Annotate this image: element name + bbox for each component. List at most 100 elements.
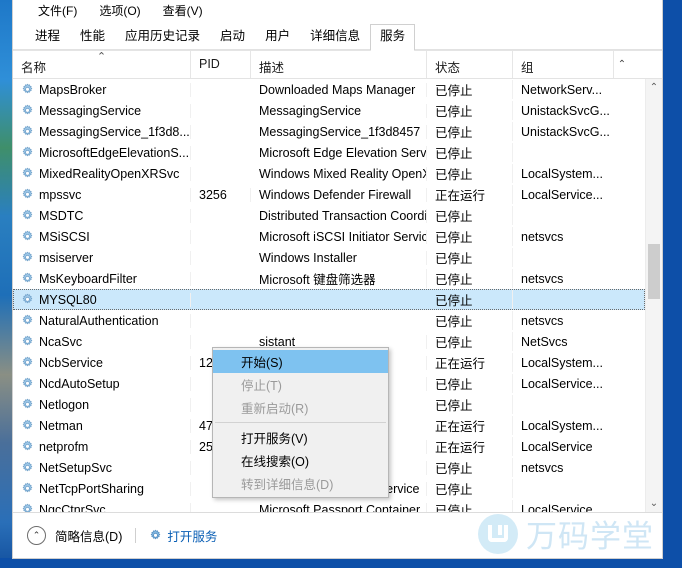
context-menu-restart: 重新启动(R) (241, 402, 309, 416)
cell-name: MYSQL80 (13, 292, 191, 307)
service-name-label: MessagingService_1f3d8... (39, 124, 190, 139)
cell-state: 已停止 (427, 227, 513, 246)
context-menu-start[interactable]: 开始(S) (213, 350, 388, 373)
service-name-label: NcdAutoSetup (39, 376, 120, 391)
cell-group: LocalService (521, 502, 593, 513)
cell-name: Netlogon (13, 397, 191, 412)
tab-1[interactable]: 性能 (70, 24, 115, 50)
menu-options[interactable]: 选项(O) (88, 1, 151, 22)
cell-state: 已停止 (427, 269, 513, 288)
cell-group: netsvcs (521, 229, 564, 244)
table-row[interactable]: MessagingService MessagingService 已停止 Unist… (13, 100, 645, 121)
scrollbar-thumb[interactable] (648, 244, 660, 299)
collapse-chevron-icon[interactable]: ⌃ (27, 526, 46, 545)
table-row[interactable]: MessagingService_1f3d8... MessagingServic… (13, 121, 645, 142)
table-row[interactable]: NaturalAuthentication 已停止 netsvcs (13, 310, 645, 331)
table-row[interactable]: MSiSCSI Microsoft iSCSI Initiator Service… (13, 226, 645, 247)
context-menu-separator (215, 422, 386, 423)
sort-ascending-icon: ⌃ (96, 51, 107, 63)
cell-name: NetTcpPortSharing (13, 481, 191, 496)
service-name-label: MessagingService (39, 103, 142, 118)
table-row[interactable]: mpssvc 3256 Windows Defender Firewall 正在运行 L… (13, 184, 645, 205)
context-menu-search-online[interactable]: 在线搜索(O) (213, 449, 388, 472)
service-name-label: MSiSCSI (39, 229, 90, 244)
table-row[interactable]: msiserver Windows Installer 已停止 (13, 247, 645, 268)
gear-icon (21, 230, 34, 243)
column-header-status[interactable]: 状态 (427, 51, 513, 78)
gear-icon (21, 503, 34, 512)
tab-5[interactable]: 详细信息 (300, 24, 370, 50)
gear-icon (21, 209, 34, 222)
context-menu-open-services[interactable]: 打开服务(V) (213, 426, 388, 449)
cell-desc: Distributed Transaction Coordina... (251, 208, 427, 223)
service-name-label: Netman (39, 418, 83, 433)
cell-state: 已停止 (427, 248, 513, 267)
menu-view[interactable]: 查看(V) (152, 1, 214, 22)
gear-icon (21, 272, 34, 285)
cell-desc: MessagingService (251, 103, 427, 118)
cell-name: netprofm (13, 439, 191, 454)
service-name-label: Netlogon (39, 397, 90, 412)
gear-icon (149, 529, 162, 542)
cell-name: MapsBroker (13, 82, 191, 97)
cell-name: MSDTC (13, 208, 191, 223)
cell-state: 已停止 (427, 290, 513, 309)
tab-6[interactable]: 服务 (370, 24, 416, 51)
desktop-background-right (663, 0, 682, 568)
cell-state: 已停止 (427, 80, 513, 99)
column-header-description[interactable]: 描述 (251, 51, 427, 78)
scroll-up-button[interactable]: ⌃ (646, 79, 662, 96)
cell-name: NaturalAuthentication (13, 313, 191, 328)
context-menu-stop: 停止(T) (241, 379, 282, 393)
tab-2[interactable]: 应用历史记录 (115, 24, 210, 50)
gear-icon (21, 356, 34, 369)
status-bar-divider (135, 528, 137, 543)
tab-0[interactable]: 进程 (25, 24, 70, 50)
context-menu[interactable]: 开始(S) 停止(T) 重新启动(R) 打开服务(V) 在线搜索(O) 转到详细信息(D) (212, 347, 389, 498)
scroll-down-button[interactable]: ⌄ (646, 495, 662, 512)
gear-icon (21, 419, 34, 432)
table-row[interactable]: MapsBroker Downloaded Maps Manager 已停止 Netw… (13, 79, 645, 100)
table-row[interactable]: MsKeyboardFilter Microsoft 键盘筛选器 已停止 netsvc… (13, 268, 645, 289)
cell-state: 已停止 (427, 101, 513, 120)
gear-icon (21, 482, 34, 495)
context-menu-go-to-details: 转到详细信息(D) (241, 478, 334, 492)
menu-file[interactable]: 文件(F) (27, 1, 88, 22)
column-header-scroll-up-indicator: ⌃ (613, 51, 630, 78)
table-row[interactable]: MicrosoftEdgeElevationS... Microsoft Edge… (13, 142, 645, 163)
tab-3[interactable]: 启动 (210, 24, 255, 50)
column-header-group[interactable]: 组 (513, 51, 613, 78)
watermark-text: 万码学堂 (526, 519, 654, 555)
cell-group: LocalService... (521, 187, 603, 202)
table-row[interactable]: MixedRealityOpenXRSvc Windows Mixed Reali… (13, 163, 645, 184)
brief-info-button[interactable]: 简略信息(D) (55, 526, 122, 545)
column-header-name[interactable]: ⌃ 名称 (13, 51, 191, 78)
cell-group: netsvcs (521, 313, 564, 328)
cell-group: UnistackSvcG... (521, 124, 610, 139)
cell-group: LocalService... (521, 376, 603, 391)
table-row[interactable]: MYSQL80 已停止 (13, 289, 645, 310)
desktop-background-bottom (0, 558, 682, 568)
cell-pid: 3256 (191, 187, 251, 202)
service-name-label: MsKeyboardFilter (39, 271, 137, 286)
tab-4[interactable]: 用户 (255, 24, 300, 50)
table-row[interactable]: MSDTC Distributed Transaction Coordina...… (13, 205, 645, 226)
vertical-scrollbar[interactable]: ⌃ ⌄ (645, 79, 662, 512)
column-header-group-label: 组 (521, 61, 534, 75)
cell-name: MsKeyboardFilter (13, 271, 191, 286)
cell-name: MixedRealityOpenXRSvc (13, 166, 191, 181)
cell-state: 已停止 (427, 206, 513, 225)
service-name-label: msiserver (39, 250, 94, 265)
cell-name: NcaSvc (13, 334, 191, 349)
open-services-link[interactable]: 打开服务 (149, 526, 217, 545)
cell-state: 已停止 (427, 164, 513, 183)
cell-state: 正在运行 (427, 353, 513, 372)
table-row[interactable]: NgcCtnrSvc Microsoft Passport Container 已停… (13, 499, 645, 512)
cell-state: 已停止 (427, 122, 513, 141)
service-name-label: MicrosoftEdgeElevationS... (39, 145, 190, 160)
cell-state: 已停止 (427, 458, 513, 477)
gear-icon (21, 167, 34, 180)
cell-desc: Microsoft Passport Container (251, 502, 427, 512)
column-header-description-label: 描述 (259, 61, 285, 75)
column-header-pid[interactable]: PID (191, 51, 251, 78)
